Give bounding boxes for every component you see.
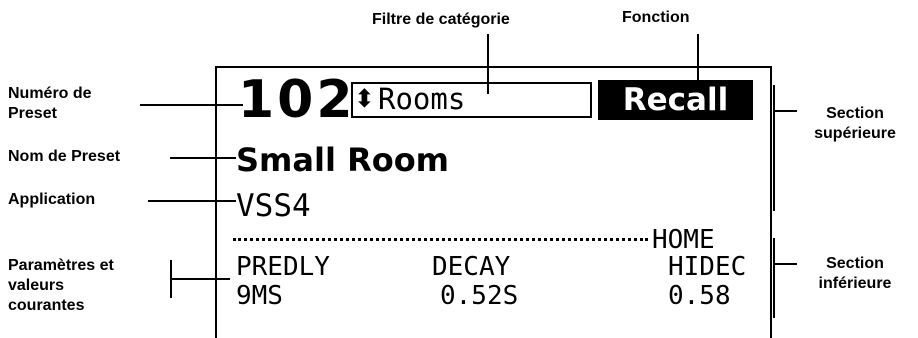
- params-label-line3: courantes: [8, 297, 85, 314]
- param-name: PREDLY: [236, 252, 330, 282]
- lower-section-bracket: [773, 238, 775, 318]
- lower-section-label: Section inférieure: [800, 254, 910, 294]
- preset-number: 102: [238, 70, 356, 130]
- home-indicator: HOME: [652, 225, 715, 255]
- lower-section-label-line1: Section: [826, 255, 884, 272]
- preset-number-label: Numéro de Preset: [8, 84, 92, 124]
- params-label: Paramètres et valeurs courantes: [8, 256, 114, 316]
- lower-section-label-line2: inférieure: [818, 275, 892, 292]
- application-label: Application: [8, 191, 96, 208]
- preset-number-label-line2: Preset: [8, 105, 57, 122]
- function-value: Recall: [598, 80, 753, 120]
- upper-section-label: Section supérieure: [800, 104, 910, 144]
- lower-section-leader: [775, 263, 797, 265]
- param-value: 0.52S: [440, 281, 519, 311]
- section-divider: [233, 238, 648, 241]
- param-name: HIDEC: [668, 252, 747, 282]
- preset-name-label: Nom de Preset: [8, 148, 121, 165]
- param-value: 9MS: [236, 281, 283, 311]
- category-filter-label: Filtre de catégorie: [372, 11, 510, 28]
- preset-number-label-line1: Numéro de: [8, 85, 92, 102]
- upper-section-leader: [775, 110, 797, 112]
- up-down-arrows-icon: ⬍: [354, 84, 375, 113]
- upper-section-bracket: [773, 85, 775, 211]
- param-name: DECAY: [432, 252, 511, 282]
- params-label-line2: valeurs: [8, 277, 65, 294]
- function-label: Fonction: [622, 9, 690, 26]
- upper-section-label-line1: Section: [826, 105, 884, 122]
- preset-name: Small Room: [236, 141, 450, 179]
- params-label-line1: Paramètres et: [8, 257, 114, 274]
- application-name: VSS4: [236, 188, 311, 224]
- category-filter-value: Rooms: [378, 82, 466, 116]
- param-value: 0.58: [668, 281, 731, 311]
- upper-section-label-line2: supérieure: [814, 125, 896, 142]
